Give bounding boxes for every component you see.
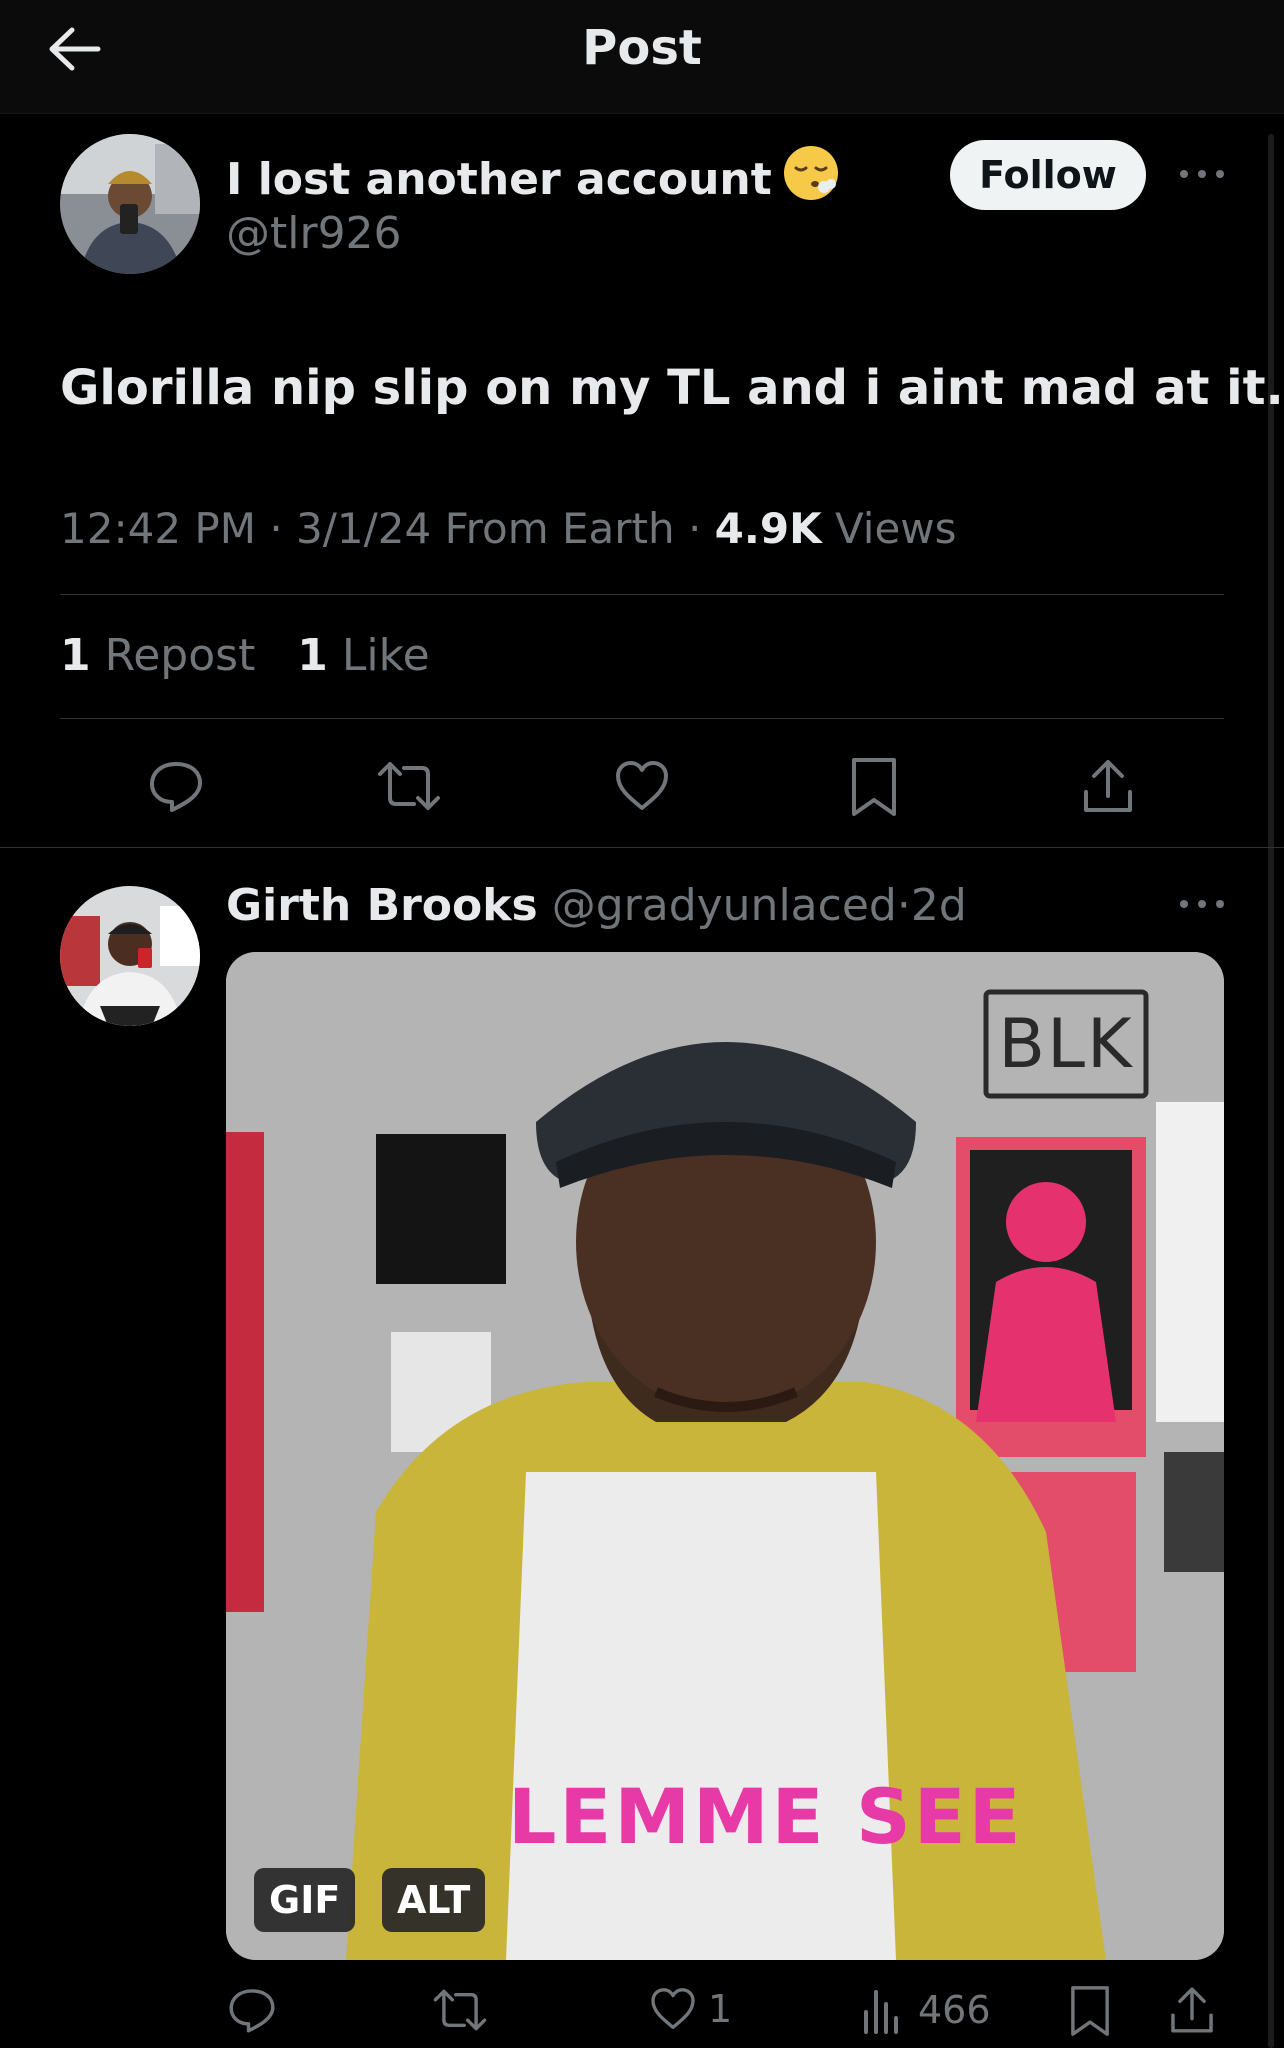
views-chart-icon bbox=[864, 1990, 898, 2034]
reply-view-count: 466 bbox=[918, 1988, 991, 2032]
post-text: Glorilla nip slip on my TL and i aint ma… bbox=[60, 360, 1284, 416]
engagement-stats: 1 Repost 1 Like bbox=[60, 630, 430, 681]
reposts-count: 1 bbox=[60, 630, 91, 681]
gif-caption: LEMME SEE bbox=[508, 1772, 1024, 1861]
reply-header: Girth Brooks @gradyunlaced·2d bbox=[226, 880, 967, 931]
reply-author-handle[interactable]: @gradyunlaced bbox=[552, 880, 897, 931]
author-display-name[interactable]: I lost another account bbox=[226, 144, 840, 205]
likes-label: Like bbox=[341, 630, 430, 681]
views-label: Views bbox=[834, 504, 957, 553]
reply-repost-icon[interactable] bbox=[432, 1984, 488, 2036]
face-exhaling-emoji-icon bbox=[782, 144, 840, 202]
more-options-icon[interactable] bbox=[1178, 166, 1226, 182]
reply-more-options-icon[interactable] bbox=[1178, 896, 1226, 912]
post-meta: 12:42 PM · 3/1/24 From Earth · 4.9K View… bbox=[60, 504, 957, 553]
alt-badge[interactable]: ALT bbox=[382, 1868, 486, 1932]
reposts-label: Repost bbox=[104, 630, 256, 681]
follow-button[interactable]: Follow bbox=[950, 140, 1146, 210]
reply-author-name[interactable]: Girth Brooks bbox=[226, 880, 538, 931]
bookmark-icon[interactable] bbox=[846, 756, 902, 818]
section-divider bbox=[0, 847, 1284, 848]
post-date[interactable]: 3/1/24 bbox=[296, 504, 431, 553]
reply-like-icon bbox=[651, 1988, 695, 2029]
divider bbox=[60, 718, 1224, 719]
reply-views-button[interactable]: 466 bbox=[862, 1986, 991, 2034]
reply-icon[interactable] bbox=[146, 756, 206, 816]
author-handle[interactable]: @tlr926 bbox=[226, 208, 402, 259]
post-source: From Earth bbox=[444, 504, 675, 553]
likes-stat[interactable]: 1 Like bbox=[297, 630, 429, 681]
reply-like-count: 1 bbox=[708, 1987, 733, 2031]
likes-count: 1 bbox=[297, 630, 328, 681]
page-title: Post bbox=[582, 20, 702, 76]
like-icon[interactable] bbox=[612, 756, 672, 816]
views-count: 4.9K bbox=[714, 504, 822, 553]
top-bar: Post bbox=[0, 0, 1284, 114]
divider bbox=[60, 594, 1224, 595]
reply-author-avatar[interactable] bbox=[60, 886, 200, 1026]
reply-bookmark-icon[interactable] bbox=[1066, 1984, 1114, 2038]
reply-age[interactable]: 2d bbox=[911, 880, 967, 931]
reply-share-icon[interactable] bbox=[1166, 1984, 1218, 2036]
reply-separator: · bbox=[896, 880, 911, 931]
author-name-text: I lost another account bbox=[226, 154, 772, 205]
blk-watermark: BLK bbox=[998, 1005, 1134, 1084]
repost-icon[interactable] bbox=[376, 756, 442, 816]
author-avatar[interactable] bbox=[60, 134, 200, 274]
share-icon[interactable] bbox=[1078, 756, 1138, 816]
scrollbar[interactable] bbox=[1268, 134, 1274, 2048]
reply-reply-icon[interactable] bbox=[226, 1984, 278, 2036]
reply-gif-media[interactable]: BLK LEMME SEE GIF ALT bbox=[226, 952, 1224, 1960]
gif-badge: GIF bbox=[254, 1868, 356, 1932]
reposts-stat[interactable]: 1 Repost bbox=[60, 630, 255, 681]
post-time[interactable]: 12:42 PM bbox=[60, 504, 256, 553]
reply-like-button[interactable]: 1 bbox=[648, 1984, 732, 2034]
